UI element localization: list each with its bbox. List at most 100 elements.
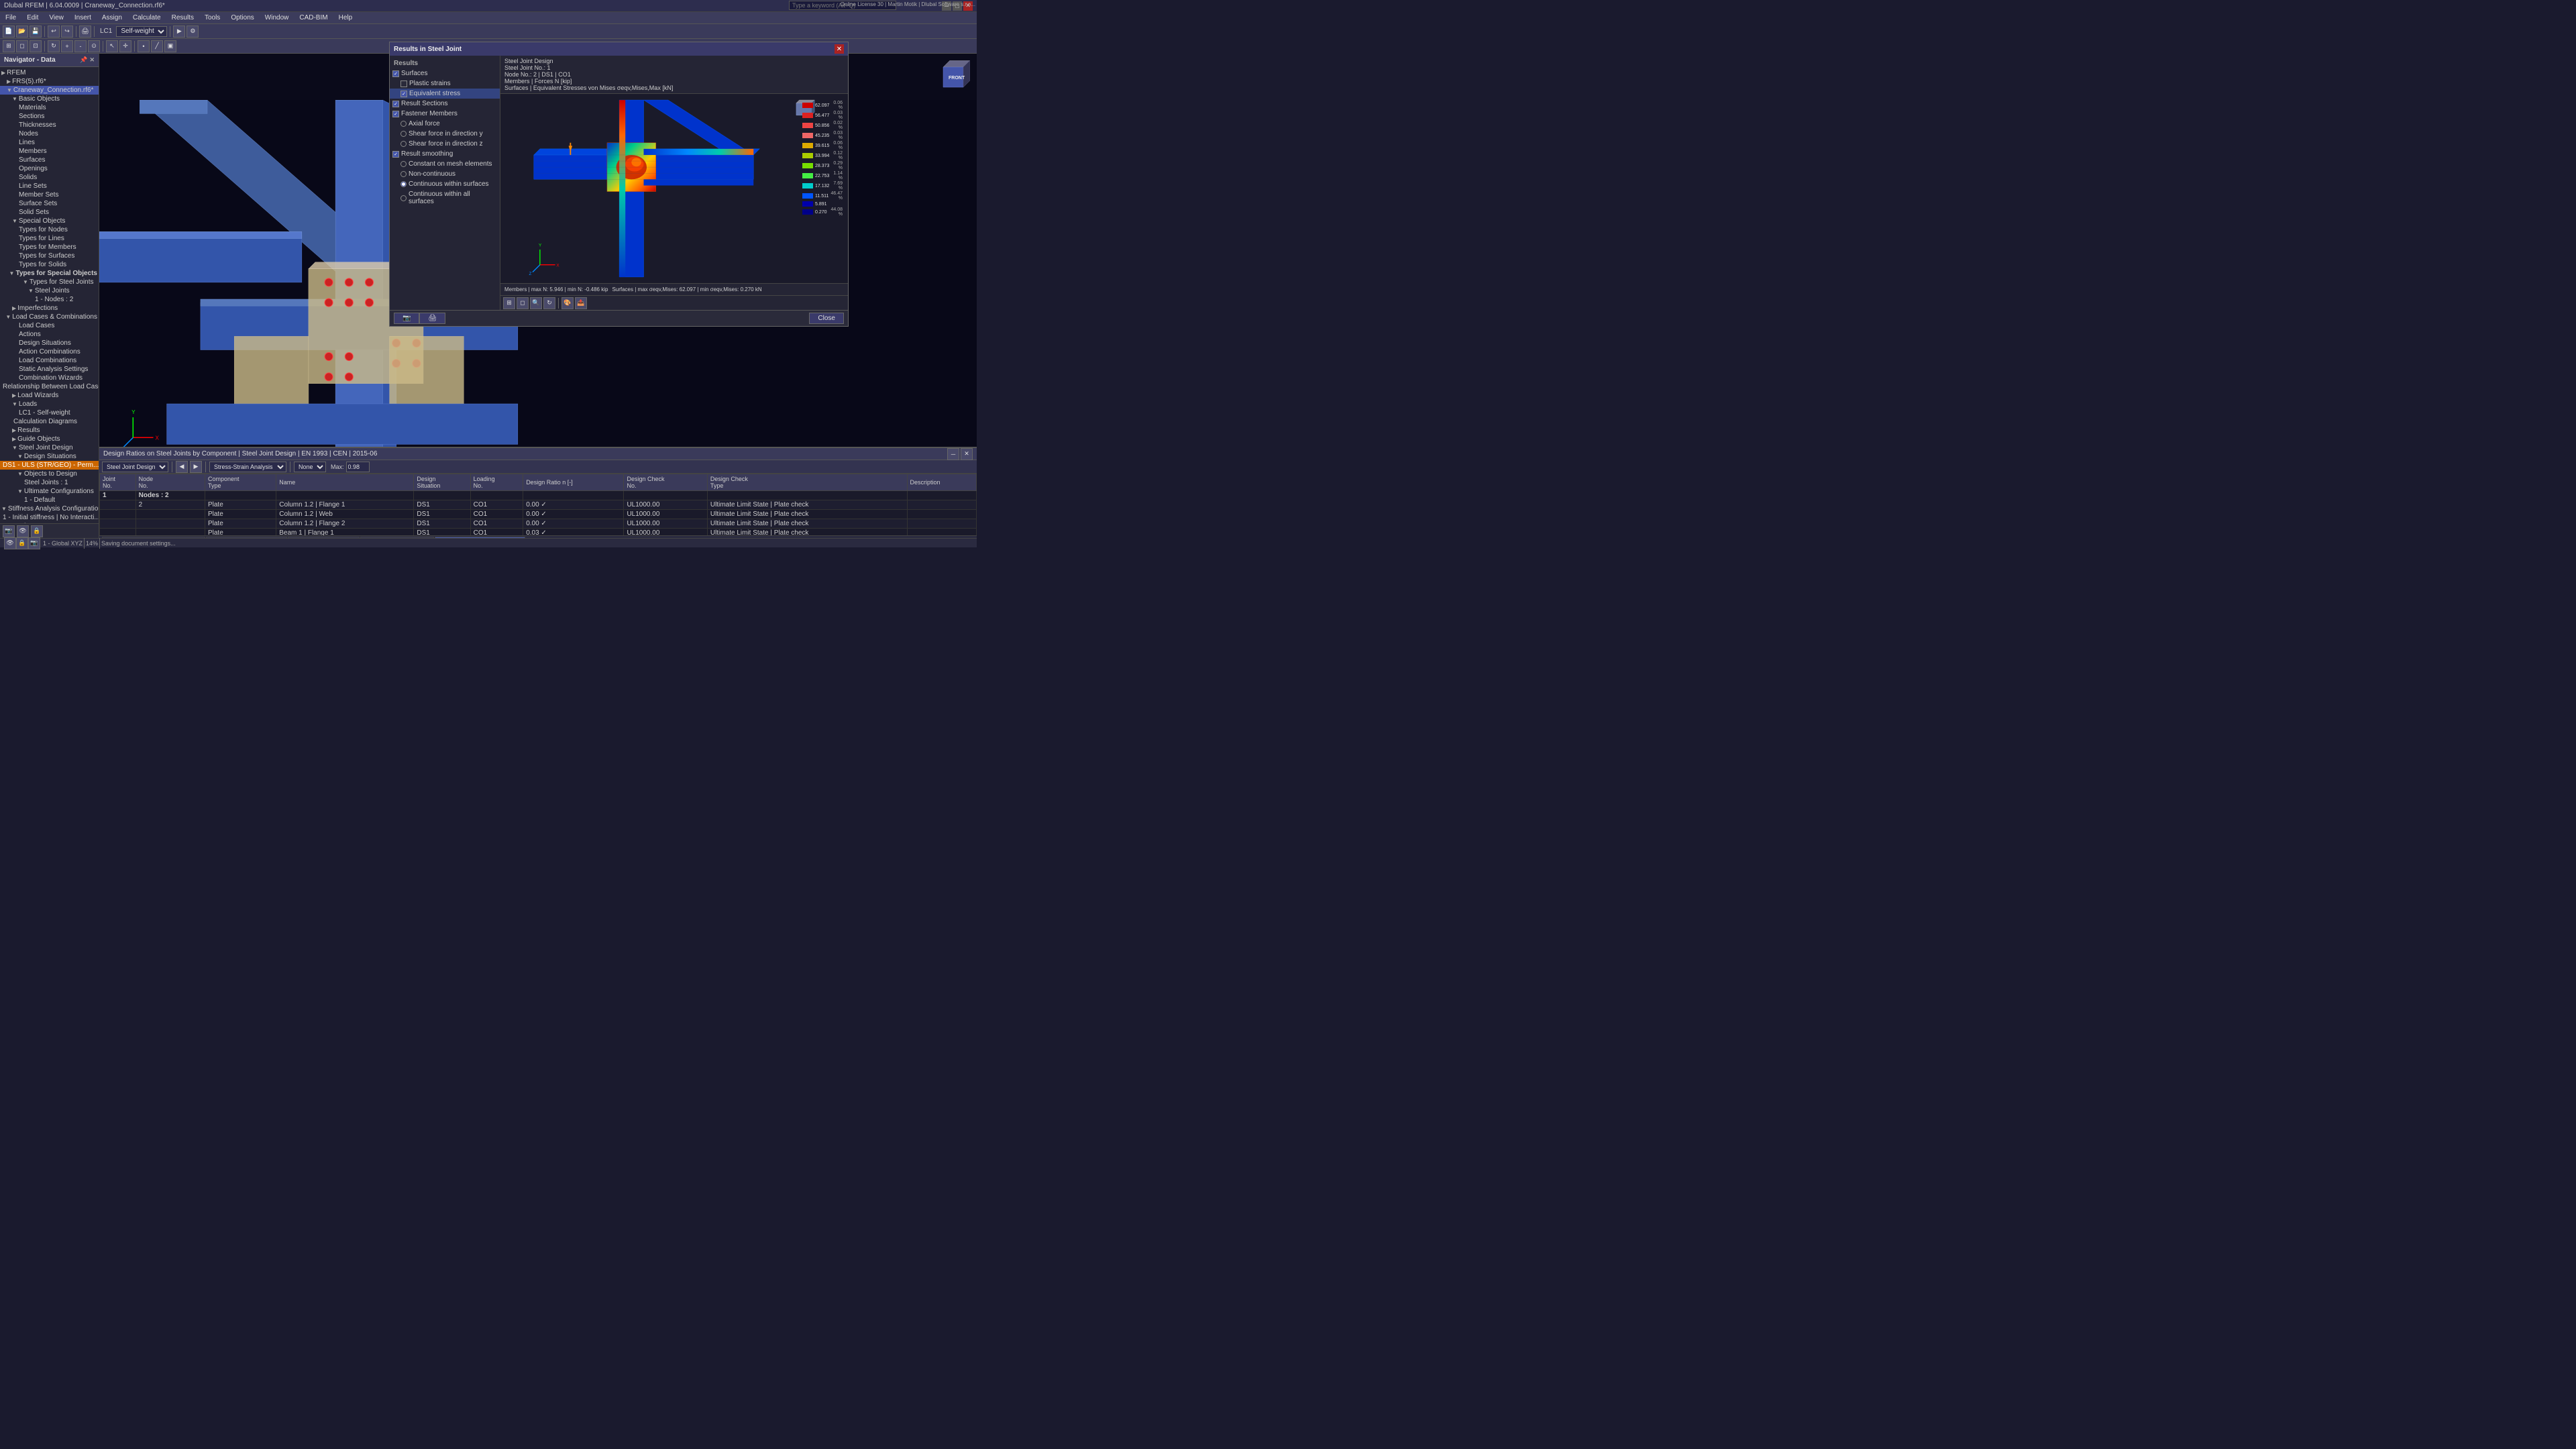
nav-tree-item[interactable]: ▼Types for Steel Joints <box>0 278 99 286</box>
max-input[interactable] <box>346 462 370 472</box>
non-continuous-radio[interactable] <box>400 171 407 177</box>
plastic-strains-item[interactable]: Plastic strains <box>390 78 500 89</box>
nav-tree-item[interactable]: Design Situations <box>0 339 99 347</box>
nav-tree-item[interactable]: Members <box>0 147 99 156</box>
nav-tree-item[interactable]: Lines <box>0 138 99 147</box>
bottom-prev-btn[interactable]: ◀ <box>176 461 188 473</box>
redo-button[interactable]: ↪ <box>61 25 73 38</box>
table-row[interactable]: PlateBeam 1 | Flange 1DS1CO10.03 ✓UL1000… <box>100 529 977 536</box>
nav-tree-item[interactable]: 1 - Initial stiffness | No Interacti... <box>0 513 99 522</box>
status-view-btn[interactable]: 👁 <box>4 537 16 549</box>
plastic-strains-checkbox[interactable] <box>400 80 407 87</box>
menu-item-file[interactable]: File <box>3 14 19 21</box>
bottom-minimize-btn[interactable]: ─ <box>947 448 959 460</box>
dialog-rotate-btn[interactable]: ↻ <box>543 297 555 309</box>
nav-tree-item[interactable]: Nodes <box>0 129 99 138</box>
table-row[interactable]: 1Nodes : 2 <box>100 491 977 500</box>
dialog-view-btn-1[interactable]: ⊞ <box>503 297 515 309</box>
nav-camera-btn[interactable]: 📷 <box>3 525 15 537</box>
menu-item-tools[interactable]: Tools <box>202 14 223 21</box>
status-camera-btn[interactable]: 📷 <box>28 537 40 549</box>
settings-button[interactable]: ⚙ <box>186 25 199 38</box>
nav-tree-item[interactable]: Relationship Between Load Cases <box>0 382 99 391</box>
menu-item-window[interactable]: Window <box>262 14 292 21</box>
equiv-stress-item[interactable]: ✓ Equivalent stress <box>390 89 500 99</box>
dialog-close-footer-button[interactable]: Close <box>809 313 844 324</box>
select-btn[interactable]: ↖ <box>106 40 118 52</box>
nav-close-icon[interactable]: ✕ <box>89 56 95 64</box>
nav-tree-item[interactable]: ▼Load Cases & Combinations <box>0 313 99 321</box>
dialog-titlebar[interactable]: Results in Steel Joint ✕ <box>390 42 848 56</box>
nav-tree-item[interactable]: Solids <box>0 173 99 182</box>
nav-tree-item[interactable]: ▶Load Wizards <box>0 391 99 400</box>
print-button[interactable]: 🖨 <box>79 25 91 38</box>
rotate-btn[interactable]: ↻ <box>48 40 60 52</box>
continuous-surfaces-item[interactable]: Continuous within surfaces <box>390 179 500 189</box>
nav-tree-item[interactable]: Types for Members <box>0 243 99 252</box>
menu-item-insert[interactable]: Insert <box>72 14 94 21</box>
nav-tree-item[interactable]: Action Combinations <box>0 347 99 356</box>
nav-tree-item[interactable]: ▼Steel Joint Design <box>0 443 99 452</box>
constant-mesh-item[interactable]: Constant on mesh elements <box>390 159 500 169</box>
dialog-zoom-btn[interactable]: 🔍 <box>530 297 542 309</box>
nav-tree-item[interactable]: ▶FRS(5).rf6* <box>0 77 99 86</box>
nav-tree-item[interactable]: DS1 - ULS (STR/GEO) - Perm... <box>0 461 99 470</box>
shear-y-radio[interactable] <box>400 131 407 137</box>
module-select[interactable]: Steel Joint Design <box>102 462 168 472</box>
continuous-all-radio[interactable] <box>400 195 407 201</box>
nav-tree-item[interactable]: Materials <box>0 103 99 112</box>
dialog-icon-btn-1[interactable]: 📷 <box>394 313 419 324</box>
dialog-close-button[interactable]: ✕ <box>835 44 844 54</box>
view-btn-2[interactable]: ◻ <box>16 40 28 52</box>
bottom-next-btn[interactable]: ▶ <box>190 461 202 473</box>
constant-mesh-radio[interactable] <box>400 161 407 167</box>
nav-tree-item[interactable]: 1 - Default <box>0 496 99 504</box>
continuous-all-item[interactable]: Continuous within all surfaces <box>390 189 500 207</box>
result-sections-checkbox[interactable]: ✓ <box>392 101 399 107</box>
nav-tree-item[interactable]: ▼Basic Objects <box>0 95 99 103</box>
nav-tree-item[interactable]: ▼Ultimate Configurations <box>0 487 99 496</box>
nav-tree-item[interactable]: Load Cases <box>0 321 99 330</box>
nav-tree-item[interactable]: LC1 - Self-weight <box>0 409 99 417</box>
nav-tree-item[interactable]: Solid Sets <box>0 208 99 217</box>
menu-item-edit[interactable]: Edit <box>24 14 41 21</box>
nav-tree-item[interactable]: Static Analysis Settings <box>0 365 99 374</box>
status-lock-btn[interactable]: 🔒 <box>16 537 28 549</box>
shear-z-radio[interactable] <box>400 141 407 147</box>
nav-tree-item[interactable]: Openings <box>0 164 99 173</box>
view-btn-3[interactable]: ⊡ <box>30 40 42 52</box>
menu-item-view[interactable]: View <box>46 14 66 21</box>
nav-tree-item[interactable]: Steel Joints : 1 <box>0 478 99 487</box>
menu-item-assign[interactable]: Assign <box>99 14 125 21</box>
shear-y-item[interactable]: Shear force in direction y <box>390 129 500 139</box>
menu-item-calculate[interactable]: Calculate <box>130 14 164 21</box>
move-btn[interactable]: ✛ <box>119 40 131 52</box>
nav-tree-item[interactable]: ▼Loads <box>0 400 99 409</box>
nav-tree-item[interactable]: Sections <box>0 112 99 121</box>
nav-tree-item[interactable]: Surfaces <box>0 156 99 164</box>
menu-item-help[interactable]: Help <box>336 14 356 21</box>
nav-tree-item[interactable]: ▶Guide Objects <box>0 435 99 443</box>
nav-tree-item[interactable]: ▼Stiffness Analysis Configurations <box>0 504 99 513</box>
non-continuous-item[interactable]: Non-continuous <box>390 169 500 179</box>
load-case-select[interactable]: Self-weight <box>116 26 167 37</box>
nav-tree-item[interactable]: Line Sets <box>0 182 99 191</box>
result-sections-item[interactable]: ✓ Result Sections <box>390 99 500 109</box>
nav-tree-item[interactable]: ▶RFEM <box>0 68 99 77</box>
nav-tree-item[interactable]: Member Sets <box>0 191 99 199</box>
nav-eye-btn[interactable]: 👁 <box>17 525 29 537</box>
dialog-color-btn[interactable]: 🎨 <box>561 297 574 309</box>
nav-tree-item[interactable]: Types for Surfaces <box>0 252 99 260</box>
menu-item-results[interactable]: Results <box>169 14 197 21</box>
shear-z-item[interactable]: Shear force in direction z <box>390 139 500 149</box>
nav-tree-item[interactable]: ▼Design Situations <box>0 452 99 461</box>
nav-tree-item[interactable]: Actions <box>0 330 99 339</box>
axial-force-radio[interactable] <box>400 121 407 127</box>
analysis-select[interactable]: Stress-Strain Analysis <box>209 462 286 472</box>
surfaces-checkbox[interactable]: ✓ <box>392 70 399 77</box>
view-btn-1[interactable]: ⊞ <box>3 40 15 52</box>
nav-tree-item[interactable]: Calculation Diagrams <box>0 417 99 426</box>
surface-btn[interactable]: ▣ <box>164 40 176 52</box>
dialog-icon-btn-2[interactable]: 🖨 <box>419 313 445 324</box>
zoom-in-btn[interactable]: + <box>61 40 73 52</box>
